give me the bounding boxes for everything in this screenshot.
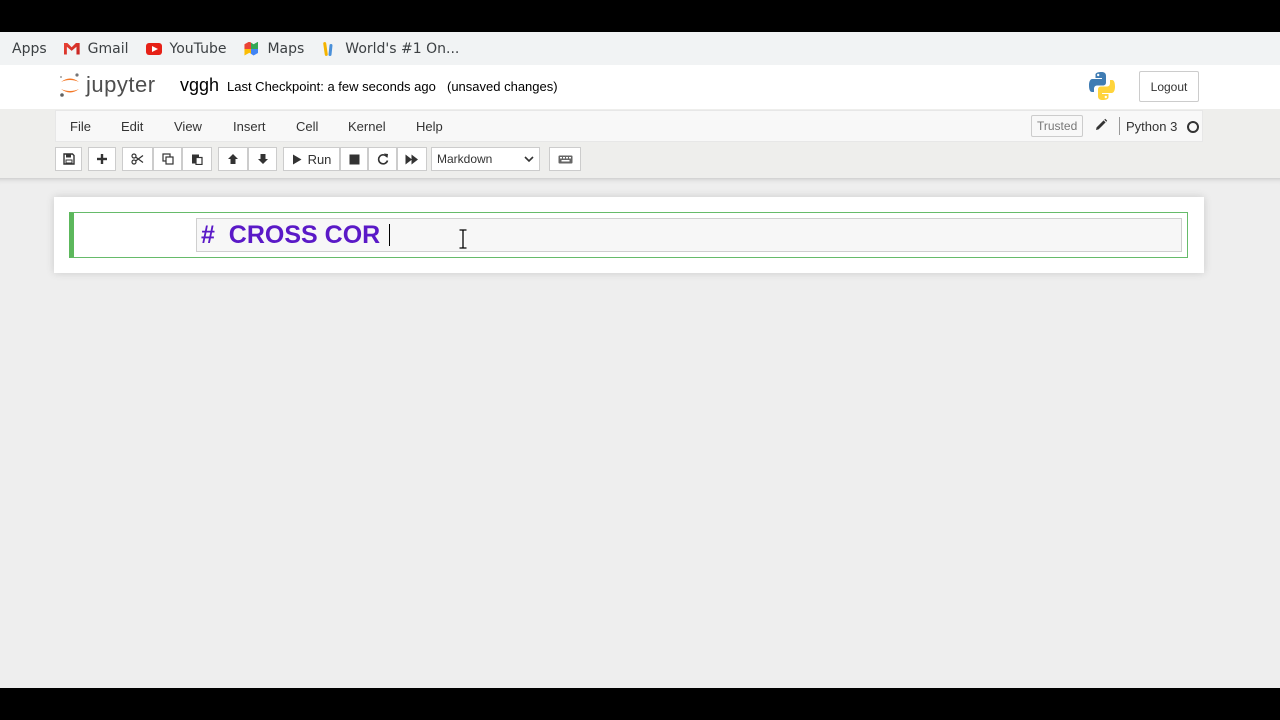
cell-type-value: Markdown: [437, 152, 493, 166]
move-down-button[interactable]: [248, 147, 277, 171]
bookmark-gmail-label: Gmail: [87, 40, 129, 57]
kernel-separator: [1119, 117, 1120, 135]
autosave-status: (unsaved changes): [447, 79, 558, 94]
gmail-icon: [64, 42, 80, 56]
menu-kernel[interactable]: Kernel: [348, 119, 386, 134]
move-up-button[interactable]: [218, 147, 248, 171]
menu-help[interactable]: Help: [416, 119, 443, 134]
python-logo-icon: [1089, 72, 1115, 100]
menu-cell[interactable]: Cell: [296, 119, 318, 134]
menu-edit[interactable]: Edit: [121, 119, 143, 134]
keyboard-icon: [558, 155, 572, 163]
copy-icon: [161, 153, 174, 165]
bookmark-favicon-icon: [321, 42, 337, 56]
browser-viewport: Apps Gmail YouTube Maps World's #1 On...: [0, 32, 1280, 688]
jupyter-logo-icon: [60, 73, 79, 97]
restart-button[interactable]: [368, 147, 397, 171]
maps-icon: [243, 42, 259, 56]
run-label: Run: [307, 151, 332, 167]
kernel-name[interactable]: Python 3: [1126, 119, 1177, 134]
bookmark-youtube-label: YouTube: [169, 40, 227, 57]
cut-button[interactable]: [122, 147, 153, 171]
pencil-icon[interactable]: [1094, 118, 1108, 132]
restart-run-all-button[interactable]: [397, 147, 427, 171]
bookmark-maps[interactable]: Maps: [243, 41, 304, 57]
bookmark-maps-label: Maps: [267, 40, 305, 57]
cell-type-select[interactable]: Markdown: [431, 147, 540, 171]
save-icon: [62, 153, 75, 165]
stop-icon: [349, 154, 359, 164]
arrow-up-icon: [228, 154, 238, 164]
bookmark-world[interactable]: World's #1 On...: [321, 41, 459, 57]
bookmark-world-label: World's #1 On...: [345, 40, 460, 57]
play-icon: [292, 154, 302, 164]
insert-cell-button[interactable]: [88, 147, 116, 171]
menu-file[interactable]: File: [70, 119, 91, 134]
jupyter-logo[interactable]: jupyter: [58, 71, 156, 99]
plus-icon: [97, 154, 107, 164]
run-button[interactable]: Run: [283, 147, 340, 171]
refresh-icon: [377, 153, 388, 165]
paste-button[interactable]: [182, 147, 212, 171]
notebook-header: jupyter vggh Last Checkpoint: a few seco…: [0, 65, 1280, 109]
bookmarks-bar: Apps Gmail YouTube Maps World's #1 On...: [0, 32, 1280, 66]
checkpoint-status: Last Checkpoint: a few seconds ago: [227, 79, 436, 94]
command-palette-button[interactable]: [549, 147, 581, 171]
kernel-idle-indicator-icon: [1187, 121, 1199, 133]
youtube-icon: [145, 42, 162, 56]
paste-icon: [192, 154, 203, 165]
bookmark-gmail[interactable]: Gmail: [64, 41, 129, 57]
logout-button[interactable]: Logout: [1139, 71, 1199, 102]
ibeam-cursor-icon: [459, 229, 467, 249]
scissors-icon: [131, 153, 144, 165]
fast-forward-icon: [405, 154, 418, 164]
notebook-name[interactable]: vggh: [180, 75, 219, 96]
copy-button[interactable]: [153, 147, 182, 171]
jupyter-logo-text: jupyter: [86, 72, 156, 97]
bookmark-apps-label: Apps: [12, 40, 47, 57]
trusted-indicator[interactable]: Trusted: [1031, 115, 1084, 137]
menu-view[interactable]: View: [174, 119, 202, 134]
menu-insert[interactable]: Insert: [233, 119, 266, 134]
bookmark-apps[interactable]: Apps: [12, 41, 47, 57]
menubar: File Edit View Insert Cell Kernel Help T…: [55, 110, 1203, 142]
text-cursor: [389, 224, 390, 246]
interrupt-button[interactable]: [340, 147, 368, 171]
chevron-down-icon: [524, 156, 534, 163]
bookmark-youtube[interactable]: YouTube: [145, 40, 227, 57]
save-button[interactable]: [55, 147, 82, 171]
arrow-down-icon: [257, 154, 268, 164]
cell-source-text: # CROSS COR: [201, 221, 381, 249]
